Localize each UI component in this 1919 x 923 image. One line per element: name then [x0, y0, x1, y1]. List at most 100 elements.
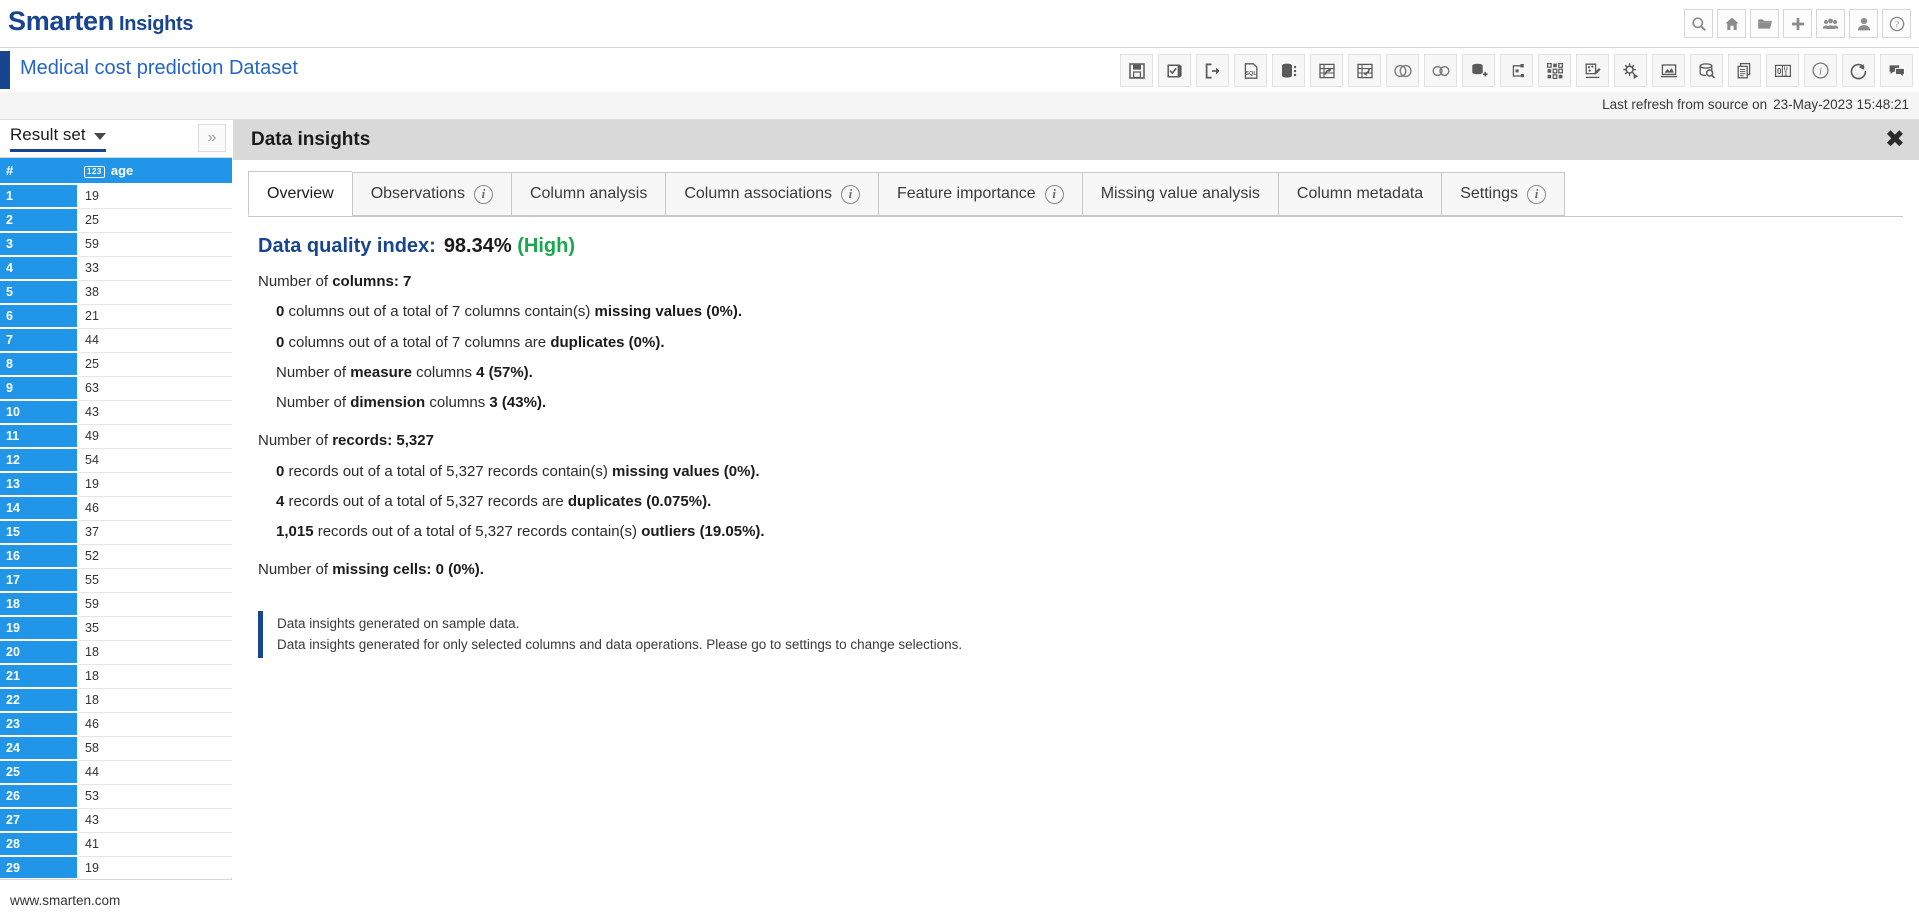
- table-row[interactable]: 21 18: [0, 664, 232, 689]
- table-row[interactable]: 24 58: [0, 736, 232, 761]
- database-list-icon[interactable]: [1272, 54, 1305, 87]
- user-icon[interactable]: [1849, 9, 1878, 38]
- age-cell[interactable]: 43: [78, 808, 232, 833]
- age-cell[interactable]: 46: [78, 496, 232, 521]
- table-row[interactable]: 3 59: [0, 232, 232, 257]
- age-cell[interactable]: 18: [78, 688, 232, 713]
- age-cell[interactable]: 49: [78, 424, 232, 449]
- age-cell[interactable]: 52: [78, 544, 232, 569]
- table-row[interactable]: 9 63: [0, 376, 232, 401]
- table-row[interactable]: 22 18: [0, 688, 232, 713]
- grid-squares-icon[interactable]: [1538, 54, 1571, 87]
- row-index-cell[interactable]: 15: [0, 520, 79, 545]
- age-cell[interactable]: 19: [78, 184, 232, 209]
- tab-missing-value-analysis[interactable]: Missing value analysis: [1081, 172, 1278, 216]
- table-row[interactable]: 4 33: [0, 256, 232, 281]
- settings-run-icon[interactable]: [1614, 54, 1647, 87]
- row-index-cell[interactable]: 16: [0, 544, 79, 569]
- age-cell[interactable]: 25: [78, 208, 232, 233]
- table-row[interactable]: 20 18: [0, 640, 232, 665]
- row-index-cell[interactable]: 14: [0, 496, 79, 521]
- age-cell[interactable]: 63: [78, 376, 232, 401]
- row-index-cell[interactable]: 24: [0, 736, 79, 761]
- age-cell[interactable]: 37: [78, 520, 232, 545]
- table-row[interactable]: 28 41: [0, 832, 232, 857]
- table-row[interactable]: 7 44: [0, 328, 232, 353]
- table-export-icon[interactable]: [1310, 54, 1343, 87]
- tab-column-metadata[interactable]: Column metadata: [1277, 172, 1442, 216]
- table-row[interactable]: 17 55: [0, 568, 232, 593]
- age-cell[interactable]: 25: [78, 352, 232, 377]
- hierarchy-icon[interactable]: [1500, 54, 1533, 87]
- row-index-cell[interactable]: 8: [0, 352, 79, 377]
- result-set-grid[interactable]: # 123 age 1 19 2 25 3 59 4 33 5 38 6 21 7 44 8 25 9 63 10 43…: [0, 158, 232, 878]
- info-icon[interactable]: i: [1044, 184, 1064, 204]
- tab-column-analysis[interactable]: Column analysis: [510, 172, 666, 216]
- help-icon[interactable]: ?: [1882, 9, 1911, 38]
- table-row[interactable]: 25 44: [0, 760, 232, 785]
- row-index-cell[interactable]: 7: [0, 328, 79, 353]
- row-index-cell[interactable]: 21: [0, 664, 79, 689]
- binary-icon[interactable]: 0U1: [1766, 54, 1799, 87]
- info-icon[interactable]: i: [473, 184, 493, 204]
- database-add-icon[interactable]: [1462, 54, 1495, 87]
- row-index-cell[interactable]: 6: [0, 304, 79, 329]
- age-cell[interactable]: 33: [78, 256, 232, 281]
- chevron-double-right-icon[interactable]: »: [198, 124, 226, 152]
- age-cell[interactable]: 41: [78, 832, 232, 857]
- row-index-cell[interactable]: 22: [0, 688, 79, 713]
- row-index-cell[interactable]: 28: [0, 832, 79, 857]
- home-icon[interactable]: [1717, 9, 1746, 38]
- age-cell[interactable]: 46: [78, 712, 232, 737]
- join-icon[interactable]: [1424, 54, 1457, 87]
- row-index-cell[interactable]: 12: [0, 448, 79, 473]
- table-row[interactable]: 29 19: [0, 856, 232, 878]
- presentation-icon[interactable]: [1652, 54, 1685, 87]
- plus-icon[interactable]: [1783, 9, 1812, 38]
- table-row[interactable]: 2 25: [0, 208, 232, 233]
- row-index-cell[interactable]: 23: [0, 712, 79, 737]
- tab-overview[interactable]: Overview: [248, 171, 352, 216]
- table-row[interactable]: 13 19: [0, 472, 232, 497]
- tab-result-set[interactable]: Result set: [10, 125, 106, 152]
- table-row[interactable]: 5 38: [0, 280, 232, 305]
- table-row[interactable]: 14 46: [0, 496, 232, 521]
- age-cell[interactable]: 53: [78, 784, 232, 809]
- age-cell[interactable]: 18: [78, 640, 232, 665]
- row-index-cell[interactable]: 18: [0, 592, 79, 617]
- row-index-cell[interactable]: 29: [0, 856, 79, 878]
- folder-icon[interactable]: [1750, 9, 1779, 38]
- table-row[interactable]: 19 35: [0, 616, 232, 641]
- table-refresh-icon[interactable]: [1348, 54, 1381, 87]
- tab-feature-importance[interactable]: Feature importance i: [877, 172, 1082, 216]
- age-cell[interactable]: 21: [78, 304, 232, 329]
- comment-icon[interactable]: [1880, 54, 1913, 87]
- chevron-down-icon[interactable]: [93, 133, 106, 140]
- age-cell[interactable]: 44: [78, 328, 232, 353]
- info-icon[interactable]: i: [840, 184, 860, 204]
- palette-edit-icon[interactable]: [1576, 54, 1609, 87]
- tab-settings[interactable]: Settings i: [1441, 172, 1565, 216]
- row-index-cell[interactable]: 10: [0, 400, 79, 425]
- table-row[interactable]: 11 49: [0, 424, 232, 449]
- row-index-cell[interactable]: 2: [0, 208, 79, 233]
- age-cell[interactable]: 59: [78, 592, 232, 617]
- table-row[interactable]: 23 46: [0, 712, 232, 737]
- table-row[interactable]: 27 43: [0, 808, 232, 833]
- age-cell[interactable]: 44: [78, 760, 232, 785]
- age-cell[interactable]: 58: [78, 736, 232, 761]
- table-row[interactable]: 10 43: [0, 400, 232, 425]
- age-cell[interactable]: 43: [78, 400, 232, 425]
- table-row[interactable]: 6 21: [0, 304, 232, 329]
- group-icon[interactable]: [1816, 9, 1845, 38]
- info-icon[interactable]: i: [1527, 184, 1546, 204]
- column-header-age[interactable]: 123 age: [78, 158, 232, 185]
- union-icon[interactable]: [1386, 54, 1419, 87]
- export-icon[interactable]: [1196, 54, 1229, 87]
- age-cell[interactable]: 38: [78, 280, 232, 305]
- age-cell[interactable]: 35: [78, 616, 232, 641]
- info-circle-icon[interactable]: i: [1804, 54, 1837, 87]
- table-row[interactable]: 15 37: [0, 520, 232, 545]
- save-icon[interactable]: [1120, 54, 1153, 87]
- table-row[interactable]: 26 53: [0, 784, 232, 809]
